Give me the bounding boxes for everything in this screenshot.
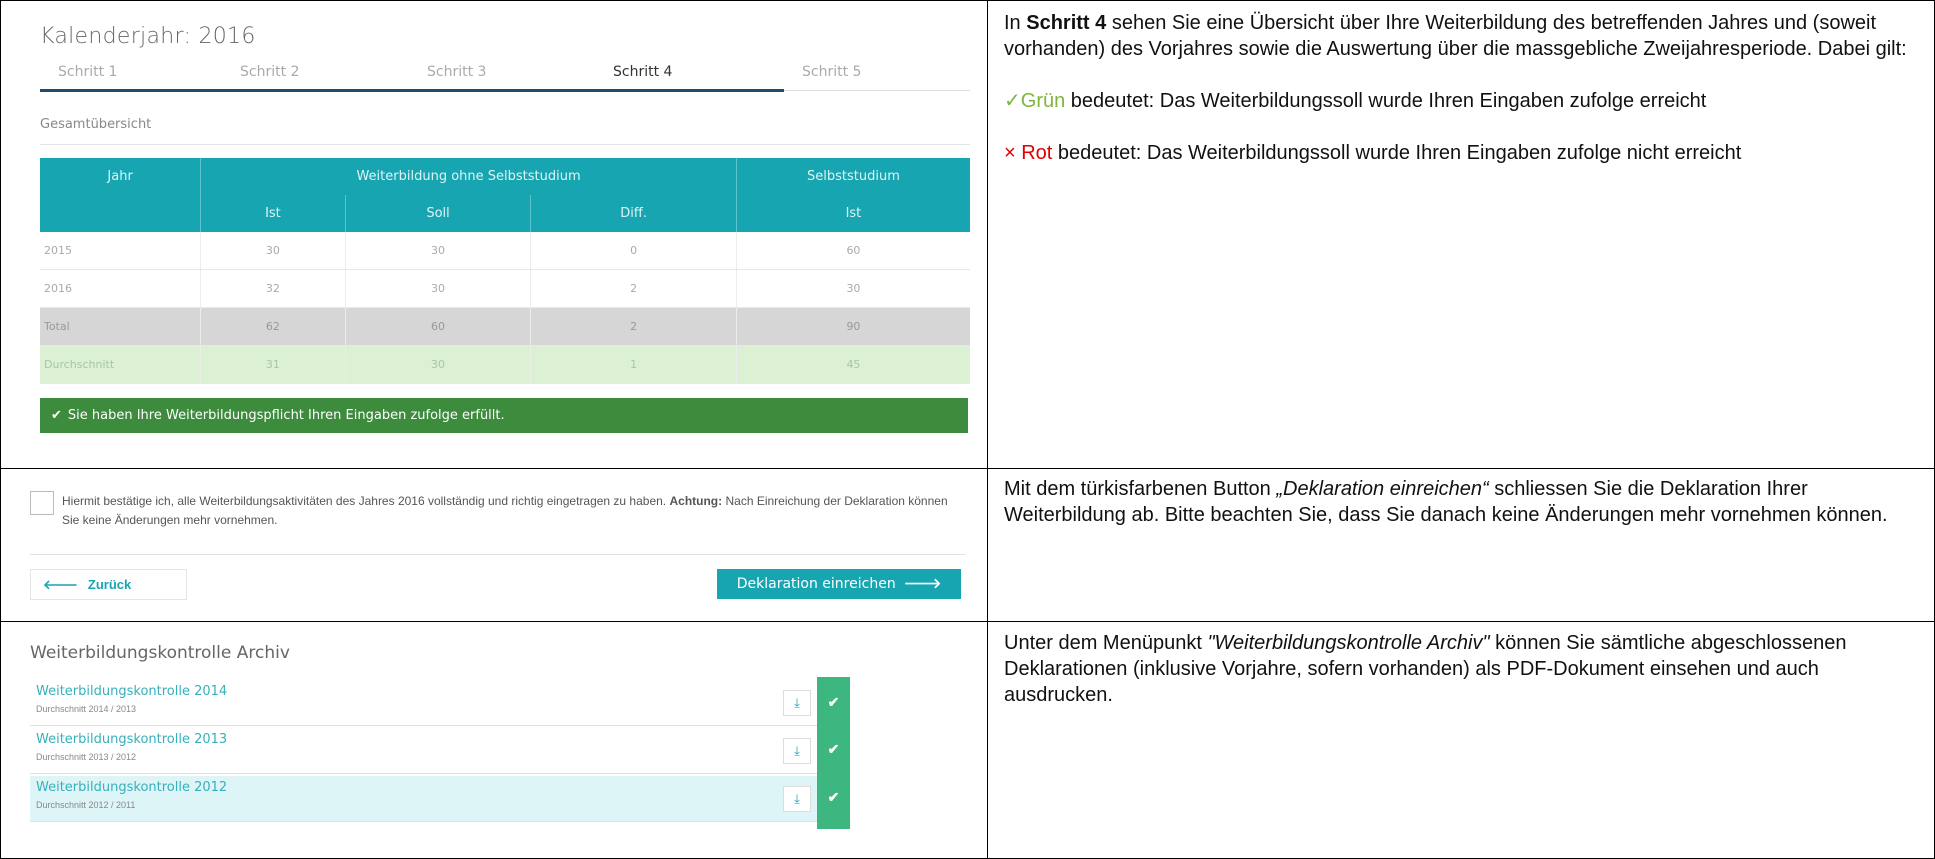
tab-step-5[interactable]: Schritt 5	[802, 64, 861, 80]
archive-item: Weiterbildungskontrolle 2013 Durchschnit…	[30, 728, 850, 774]
table-cell: 32	[200, 269, 346, 308]
tab-step-4[interactable]: Schritt 4	[613, 64, 672, 80]
col-header-training: Weiterbildung ohne Selbststudium	[200, 158, 737, 195]
arrow-left-icon: 🡐	[43, 577, 78, 592]
table-cell: Total	[40, 307, 202, 346]
explanation-text: bedeutet: Das Weiterbildungssoll wurde I…	[1052, 142, 1742, 164]
table-cell: 62	[200, 307, 346, 346]
completed-status-strip: ✔ ✔ ✔	[817, 677, 850, 829]
confirm-warning-label: Achtung:	[669, 494, 723, 508]
archive-item-subtitle: Durchschnitt 2012 / 2011	[36, 800, 136, 810]
check-icon: ✔	[827, 694, 840, 710]
tab-step-1[interactable]: Schritt 1	[58, 64, 117, 80]
table-cell: 60	[345, 307, 532, 346]
table-cell: 60	[736, 232, 970, 270]
table-cell: 2	[530, 307, 737, 346]
explanation-italic: "Weiterbildungskontrolle Archiv"	[1207, 632, 1490, 654]
section-divider	[40, 144, 970, 145]
calendar-year-title: Kalenderjahr: 2016	[40, 24, 256, 49]
check-icon: ✔	[827, 789, 840, 805]
table-cell: 30	[345, 345, 532, 384]
overview-table: Jahr Weiterbildung ohne Selbststudium Se…	[40, 158, 970, 384]
explanation-text: sehen Sie eine Übersicht über Ihre Weite…	[1004, 12, 1907, 60]
archive-item-link[interactable]: Weiterbildungskontrolle 2013	[36, 732, 227, 747]
col-subheader-self-ist: Ist	[736, 195, 970, 232]
col-subheader-empty	[40, 195, 202, 232]
archive-explanation: Unter dem Menüpunkt "Weiterbildungskontr…	[1004, 630, 1924, 708]
archive-item-link[interactable]: Weiterbildungskontrolle 2014	[36, 684, 227, 699]
confirm-text-part: Hiermit bestätige ich, alle Weiterbildun…	[62, 494, 667, 508]
download-icon[interactable]: ⤓	[783, 690, 811, 716]
green-check-label: ✓Grün	[1004, 90, 1066, 112]
back-button-label: Zurück	[87, 577, 132, 592]
row-divider-1	[0, 468, 1935, 469]
table-cell: 0	[530, 232, 737, 270]
table-row-total: Total 62 60 2 90	[40, 307, 970, 346]
table-cell: 2	[530, 269, 737, 308]
table-cell: 31	[200, 345, 346, 384]
explanation-italic: „Deklaration einreichen“	[1276, 478, 1489, 500]
declaration-divider	[30, 554, 965, 555]
table-cell: 2015	[40, 232, 202, 270]
table-cell: 30	[345, 232, 532, 270]
success-message: Sie haben Ihre Weiterbildungspflicht Ihr…	[67, 408, 505, 423]
explanation-text: Unter dem Menüpunkt	[1004, 632, 1208, 654]
back-button[interactable]: 🡐 Zurück	[30, 569, 187, 600]
col-subheader-ist: Ist	[200, 195, 346, 232]
check-icon: ✔	[827, 741, 840, 757]
explanation-text: bedeutet: Das Weiterbildungssoll wurde I…	[1065, 90, 1707, 112]
download-icon[interactable]: ⤓	[783, 786, 811, 812]
col-subheader-diff: Diff.	[530, 195, 737, 232]
table-cell: 2016	[40, 269, 202, 308]
table-cell: 90	[736, 307, 970, 346]
column-divider	[987, 0, 988, 859]
col-header-year: Jahr	[40, 158, 202, 195]
archive-title: Weiterbildungskontrolle Archiv	[30, 643, 290, 663]
tab-step-2[interactable]: Schritt 2	[240, 64, 299, 80]
step-progress-bar	[40, 89, 784, 92]
tab-step-3[interactable]: Schritt 3	[427, 64, 486, 80]
submit-explanation: Mit dem türkisfarbenen Button „Deklarati…	[1004, 476, 1924, 528]
table-cell: 45	[736, 345, 970, 384]
table-header-row: Jahr Weiterbildung ohne Selbststudium Se…	[40, 158, 970, 195]
explanation-text: In	[1004, 12, 1027, 34]
confirm-text: Hiermit bestätige ich, alle Weiterbildun…	[62, 492, 962, 530]
row-divider-2	[0, 621, 1935, 622]
table-cell: 30	[736, 269, 970, 308]
table-cell: 30	[200, 232, 346, 270]
col-header-self-study: Selbststudium	[736, 158, 970, 195]
archive-item: Weiterbildungskontrolle 2012 Durchschnit…	[30, 776, 850, 822]
step-tabs: Schritt 1 Schritt 2 Schritt 3 Schritt 4 …	[40, 62, 970, 92]
archive-item-subtitle: Durchschnitt 2014 / 2013	[36, 704, 137, 714]
table-row: 2015 30 30 0 60	[40, 232, 970, 270]
check-icon: ✔	[51, 408, 62, 423]
archive-item-subtitle: Durchschnitt 2013 / 2012	[36, 752, 137, 762]
step4-explanation: In Schritt 4 sehen Sie eine Übersicht üb…	[1004, 10, 1924, 166]
section-title: Gesamtübersicht	[40, 117, 152, 132]
table-subheader-row: Ist Soll Diff. Ist	[40, 195, 970, 232]
submit-button-label: Deklaration einreichen	[736, 576, 896, 592]
table-cell: 30	[345, 269, 532, 308]
table-row: 2016 32 30 2 30	[40, 269, 970, 308]
explanation-text: Mit dem türkisfarbenen Button	[1004, 478, 1277, 500]
table-cell: Durchschnitt	[40, 345, 202, 384]
explanation-bold: Schritt 4	[1026, 12, 1107, 34]
red-cross-label: × Rot	[1004, 142, 1053, 164]
confirm-checkbox[interactable]	[30, 491, 54, 515]
arrow-right-icon: 🡒	[903, 576, 942, 592]
archive-item: Weiterbildungskontrolle 2014 Durchschnit…	[30, 680, 850, 726]
table-cell: 1	[530, 345, 737, 384]
download-icon[interactable]: ⤓	[783, 738, 811, 764]
table-row-average: Durchschnitt 31 30 1 45	[40, 345, 970, 384]
col-subheader-soll: Soll	[345, 195, 532, 232]
success-alert: ✔ Sie haben Ihre Weiterbildungspflicht Ih…	[40, 398, 968, 433]
submit-declaration-button[interactable]: Deklaration einreichen 🡒	[717, 569, 961, 599]
archive-item-link[interactable]: Weiterbildungskontrolle 2012	[36, 780, 227, 795]
